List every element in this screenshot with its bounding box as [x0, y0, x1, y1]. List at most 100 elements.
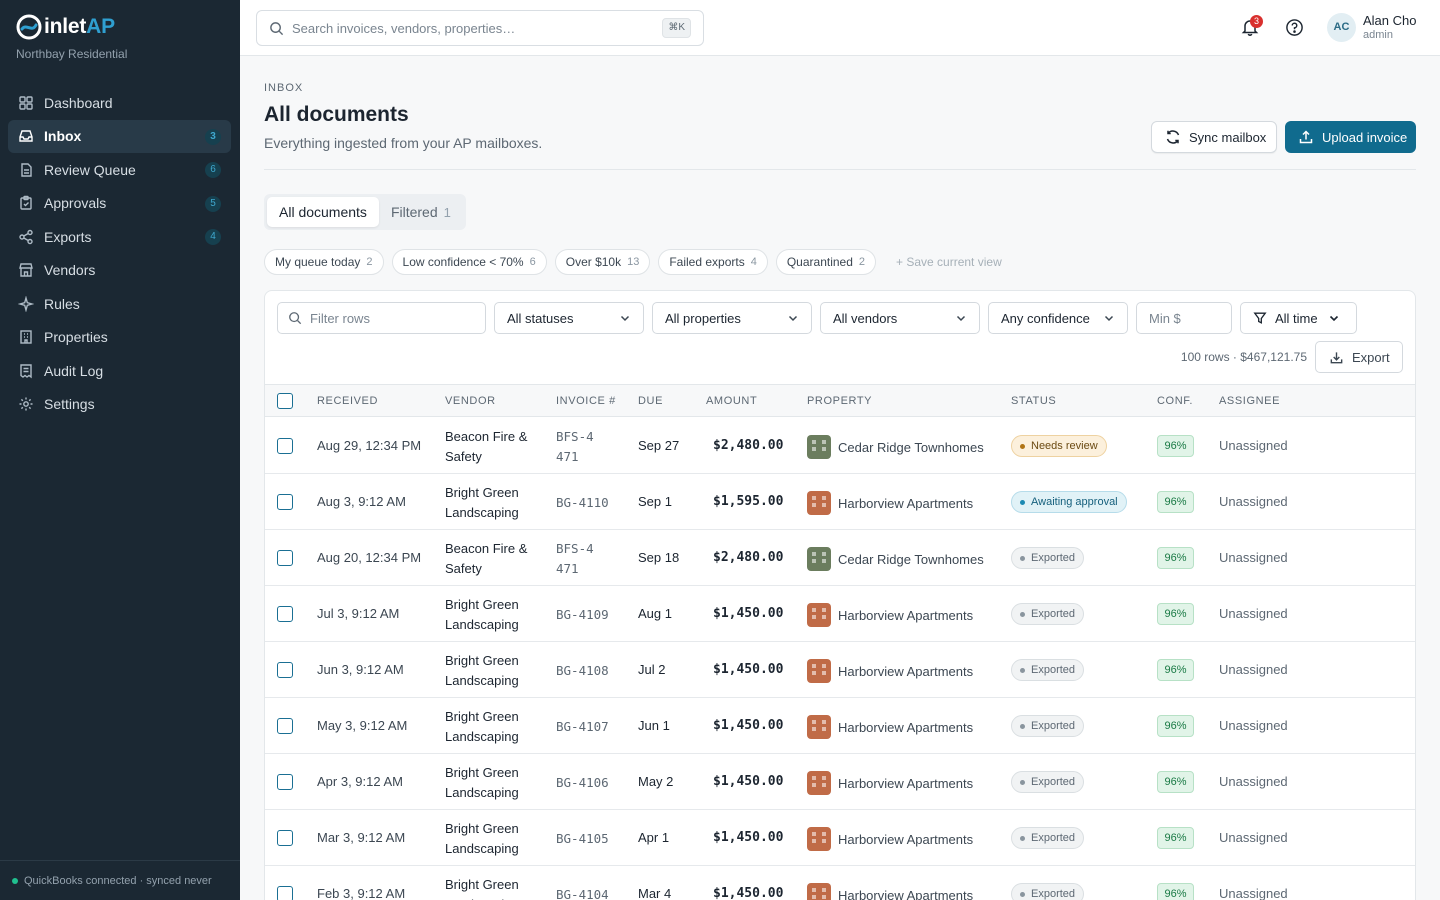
vendor-name[interactable]: Bright Green Landscaping: [445, 595, 545, 635]
invoice-number[interactable]: BFS-4471: [556, 427, 596, 467]
row-checkbox[interactable]: [277, 662, 293, 678]
column-header-confidence[interactable]: CONF.: [1157, 395, 1193, 407]
tab-filtered[interactable]: Filtered 1: [379, 197, 463, 227]
time-range-button[interactable]: All time: [1240, 302, 1357, 334]
global-search[interactable]: ⌘K: [256, 10, 704, 46]
property-select[interactable]: All properties: [652, 302, 812, 334]
column-header-received[interactable]: RECEIVED: [317, 395, 378, 407]
sidebar-item-dashboard[interactable]: Dashboard: [8, 86, 231, 120]
assignee[interactable]: Unassigned: [1219, 494, 1288, 509]
confidence-select[interactable]: Any confidence: [988, 302, 1128, 334]
row-checkbox[interactable]: [277, 606, 293, 622]
confidence-cell: 96%: [1157, 547, 1194, 569]
column-header-invoice[interactable]: INVOICE #: [556, 395, 616, 407]
row-checkbox[interactable]: [277, 494, 293, 510]
column-header-property[interactable]: PROPERTY: [807, 395, 872, 407]
brand-logo[interactable]: inletAP: [16, 14, 115, 40]
column-header-assignee[interactable]: ASSIGNEE: [1219, 395, 1280, 407]
row-checkbox[interactable]: [277, 886, 293, 900]
column-header-vendor[interactable]: VENDOR: [445, 395, 496, 407]
assignee[interactable]: Unassigned: [1219, 774, 1288, 789]
notifications-button[interactable]: 3: [1240, 15, 1263, 39]
saved-view-chip[interactable]: Over $10k 13: [554, 249, 651, 275]
sync-mailbox-button[interactable]: Sync mailbox: [1151, 121, 1277, 153]
sidebar-item-rules[interactable]: Rules: [8, 287, 231, 321]
assignee[interactable]: Unassigned: [1219, 830, 1288, 845]
row-filter[interactable]: [277, 302, 486, 334]
sidebar-item-review-queue[interactable]: Review Queue 6: [8, 153, 231, 187]
sidebar-item-exports[interactable]: Exports 4: [8, 220, 231, 254]
export-button[interactable]: Export: [1315, 341, 1403, 373]
column-header-amount[interactable]: AMOUNT: [706, 395, 757, 407]
assignee[interactable]: Unassigned: [1219, 662, 1288, 677]
assignee[interactable]: Unassigned: [1219, 438, 1288, 453]
column-header-due[interactable]: DUE: [638, 395, 663, 407]
invoice-number[interactable]: BG-4108: [556, 661, 626, 681]
invoice-number[interactable]: BG-4104: [556, 885, 626, 900]
invoice-number[interactable]: BG-4105: [556, 829, 626, 849]
min-amount-input[interactable]: [1149, 310, 1219, 326]
sidebar-item-inbox[interactable]: Inbox 3: [8, 119, 231, 153]
assignee[interactable]: Unassigned: [1219, 718, 1288, 733]
property-name: Cedar Ridge Townhomes: [838, 551, 984, 567]
help-button[interactable]: [1285, 18, 1305, 38]
select-all-checkbox[interactable]: [277, 393, 293, 409]
vendor-name[interactable]: Bright Green Landscaping: [445, 651, 545, 691]
user-name[interactable]: Alan Cho: [1363, 13, 1416, 28]
row-checkbox[interactable]: [277, 550, 293, 566]
property-name: Harborview Apartments: [838, 775, 974, 791]
saved-view-chip[interactable]: Failed exports 4: [658, 249, 768, 275]
row-filter-input[interactable]: [310, 310, 470, 326]
invoice-number[interactable]: BG-4110: [556, 493, 626, 513]
vendor-name[interactable]: Bright Green Landscaping: [445, 483, 545, 523]
column-header-status[interactable]: STATUS: [1011, 395, 1056, 407]
status-select[interactable]: All statuses: [494, 302, 644, 334]
table-row[interactable]: Aug 3, 9:12 AM Bright Green Landscaping BG…: [265, 474, 1415, 530]
invoice-number[interactable]: BG-4109: [556, 605, 626, 625]
invoice-number[interactable]: BFS-4471: [556, 539, 596, 579]
gear-icon: [19, 397, 33, 411]
sidebar-item-approvals[interactable]: Approvals 5: [8, 187, 231, 221]
saved-views: My queue today 2 Low confidence < 70% 6 Ov…: [264, 249, 1002, 275]
assignee[interactable]: Unassigned: [1219, 606, 1288, 621]
sidebar-item-audit-log[interactable]: Audit Log: [8, 354, 231, 388]
table-row[interactable]: Jul 3, 9:12 AM Bright Green Landscaping BG…: [265, 586, 1415, 642]
save-current-view-link[interactable]: + Save current view: [896, 255, 1002, 269]
status-label: Awaiting approval: [1031, 496, 1118, 508]
table-row[interactable]: Aug 29, 12:34 PM Beacon Fire & Safety BFS-…: [265, 418, 1415, 474]
saved-view-chip[interactable]: Quarantined 2: [775, 249, 877, 275]
table-row[interactable]: Mar 3, 9:12 AM Bright Green Landscaping BG…: [265, 810, 1415, 866]
saved-view-chip[interactable]: Low confidence < 70% 6: [391, 249, 547, 275]
vendor-name[interactable]: Beacon Fire & Safety: [445, 427, 545, 467]
user-avatar[interactable]: AC: [1327, 13, 1356, 42]
vendor-name[interactable]: Bright Green Landscaping: [445, 875, 545, 900]
tab-all-documents[interactable]: All documents: [267, 197, 379, 227]
row-checkbox[interactable]: [277, 830, 293, 846]
invoice-number[interactable]: BG-4107: [556, 717, 626, 737]
assignee[interactable]: Unassigned: [1219, 550, 1288, 565]
table-row[interactable]: Aug 20, 12:34 PM Beacon Fire & Safety BFS-…: [265, 530, 1415, 586]
table-row[interactable]: May 3, 9:12 AM Bright Green Landscaping BG…: [265, 698, 1415, 754]
row-checkbox[interactable]: [277, 438, 293, 454]
vendor-name[interactable]: Bright Green Landscaping: [445, 707, 545, 747]
invoice-number[interactable]: BG-4106: [556, 773, 626, 793]
table-row[interactable]: Apr 3, 9:12 AM Bright Green Landscaping BG…: [265, 754, 1415, 810]
vendor-name[interactable]: Bright Green Landscaping: [445, 819, 545, 859]
min-amount-field[interactable]: [1136, 302, 1232, 334]
row-checkbox[interactable]: [277, 718, 293, 734]
sidebar-item-settings[interactable]: Settings: [8, 388, 231, 422]
count-badge: 3: [205, 128, 221, 145]
row-checkbox[interactable]: [277, 774, 293, 790]
vendor-select[interactable]: All vendors: [820, 302, 980, 334]
chevron-down-icon: [620, 315, 630, 322]
assignee[interactable]: Unassigned: [1219, 886, 1288, 900]
table-row[interactable]: Jun 3, 9:12 AM Bright Green Landscaping BG…: [265, 642, 1415, 698]
sidebar-item-vendors[interactable]: Vendors: [8, 254, 231, 288]
table-row[interactable]: Feb 3, 9:12 AM Bright Green Landscaping BG…: [265, 866, 1415, 900]
vendor-name[interactable]: Bright Green Landscaping: [445, 763, 545, 803]
saved-view-chip[interactable]: My queue today 2: [264, 249, 384, 275]
sidebar-item-properties[interactable]: Properties: [8, 321, 231, 355]
search-input[interactable]: [292, 20, 652, 36]
upload-invoice-button[interactable]: Upload invoice: [1285, 121, 1416, 153]
vendor-name[interactable]: Beacon Fire & Safety: [445, 539, 545, 579]
